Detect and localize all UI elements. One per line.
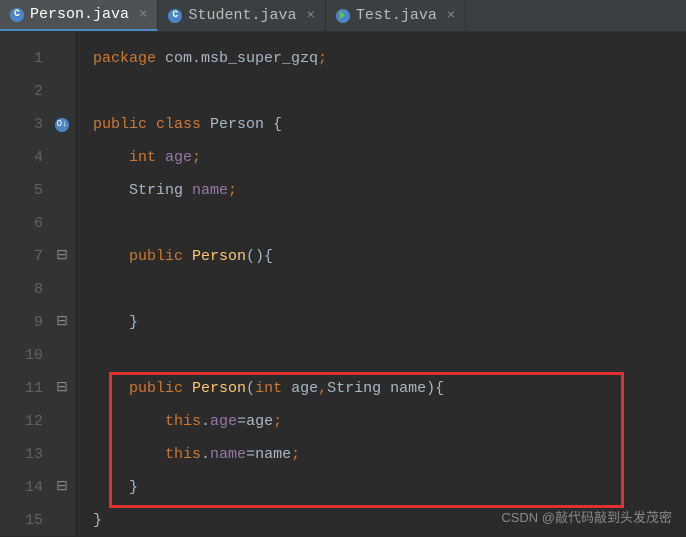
tab-person[interactable]: C Person.java ×: [0, 0, 158, 31]
gutter: 1 2 3O↓ 4 5 6 7⊟ 8 9⊟ 10 11⊟ 12 13 14⊟ 1…: [0, 32, 75, 536]
override-down-icon[interactable]: O↓: [55, 118, 69, 132]
code-line: }: [93, 306, 686, 339]
editor-area: 1 2 3O↓ 4 5 6 7⊟ 8 9⊟ 10 11⊟ 12 13 14⊟ 1…: [0, 32, 686, 536]
code-line: package com.msb_super_gzq;: [93, 42, 686, 75]
line-number: 10: [0, 339, 75, 372]
line-number: 8: [0, 273, 75, 306]
line-number: 15: [0, 504, 75, 537]
tab-test[interactable]: Test.java ×: [326, 0, 466, 31]
line-number: 4: [0, 141, 75, 174]
tab-label: Student.java: [188, 7, 296, 24]
code-line: int age;: [93, 141, 686, 174]
close-icon[interactable]: ×: [306, 8, 314, 24]
code-line: this.age=age;: [93, 405, 686, 438]
fold-close-icon[interactable]: ⊟: [55, 316, 69, 330]
line-number: 12: [0, 405, 75, 438]
code-line: [93, 75, 686, 108]
code-line: public class Person {: [93, 108, 686, 141]
code-line: this.name=name;: [93, 438, 686, 471]
tab-label: Person.java: [30, 6, 129, 23]
fold-open-icon[interactable]: ⊟: [55, 382, 69, 396]
line-number: 13: [0, 438, 75, 471]
line-number: 2: [0, 75, 75, 108]
line-number: 1: [0, 42, 75, 75]
run-icon: [336, 9, 350, 23]
line-number: 7⊟: [0, 240, 75, 273]
code-line: }: [93, 471, 686, 504]
code-area[interactable]: package com.msb_super_gzq; public class …: [75, 32, 686, 536]
code-line: public Person(int age,String name){: [93, 372, 686, 405]
class-icon: C: [168, 9, 182, 23]
code-line: public Person(){: [93, 240, 686, 273]
code-line: [93, 207, 686, 240]
close-icon[interactable]: ×: [139, 7, 147, 23]
line-number: 9⊟: [0, 306, 75, 339]
line-number: 5: [0, 174, 75, 207]
tab-student[interactable]: C Student.java ×: [158, 0, 325, 31]
code-line: [93, 339, 686, 372]
code-line: String name;: [93, 174, 686, 207]
tab-label: Test.java: [356, 7, 437, 24]
fold-open-icon[interactable]: ⊟: [55, 250, 69, 264]
class-icon: C: [10, 8, 24, 22]
line-number: 6: [0, 207, 75, 240]
code-line: [93, 273, 686, 306]
line-number: 14⊟: [0, 471, 75, 504]
watermark: CSDN @敲代码敲到头发茂密: [501, 507, 672, 526]
line-number: 3O↓: [0, 108, 75, 141]
editor-tabs: C Person.java × C Student.java × Test.ja…: [0, 0, 686, 32]
close-icon[interactable]: ×: [447, 8, 455, 24]
fold-close-icon[interactable]: ⊟: [55, 481, 69, 495]
line-number: 11⊟: [0, 372, 75, 405]
